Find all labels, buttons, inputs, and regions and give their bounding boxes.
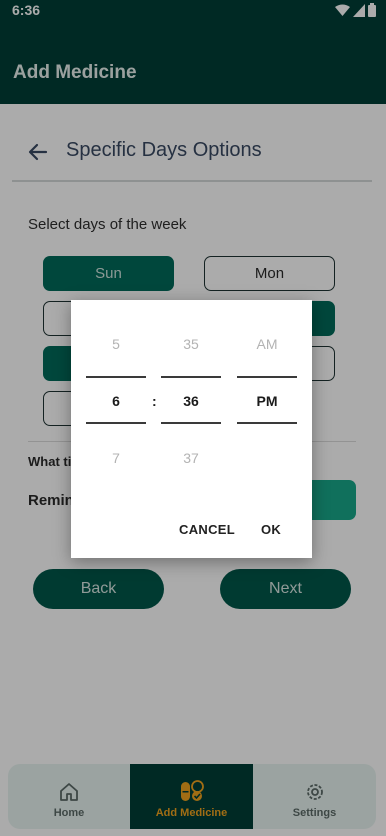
- hour-current[interactable]: 6: [86, 393, 146, 409]
- minute-picker[interactable]: 35 36 37: [161, 300, 221, 500]
- hour-next[interactable]: 7: [86, 450, 146, 466]
- period-prev[interactable]: AM: [237, 336, 297, 352]
- time-picker-dialog: 5 6 7 : 35 36 37 AM PM CANCEL OK: [71, 300, 312, 558]
- ok-button[interactable]: OK: [261, 522, 281, 537]
- picker-divider: [161, 422, 221, 424]
- period-picker[interactable]: AM PM: [237, 300, 297, 500]
- picker-divider: [86, 422, 146, 424]
- hour-picker[interactable]: 5 6 7: [86, 300, 146, 500]
- minute-prev[interactable]: 35: [161, 336, 221, 352]
- picker-divider: [86, 376, 146, 378]
- cancel-button[interactable]: CANCEL: [179, 522, 235, 537]
- period-current[interactable]: PM: [237, 393, 297, 409]
- time-separator: :: [152, 393, 157, 409]
- picker-divider: [161, 376, 221, 378]
- minute-next[interactable]: 37: [161, 450, 221, 466]
- minute-current[interactable]: 36: [161, 393, 221, 409]
- picker-divider: [237, 376, 297, 378]
- picker-divider: [237, 422, 297, 424]
- hour-prev[interactable]: 5: [86, 336, 146, 352]
